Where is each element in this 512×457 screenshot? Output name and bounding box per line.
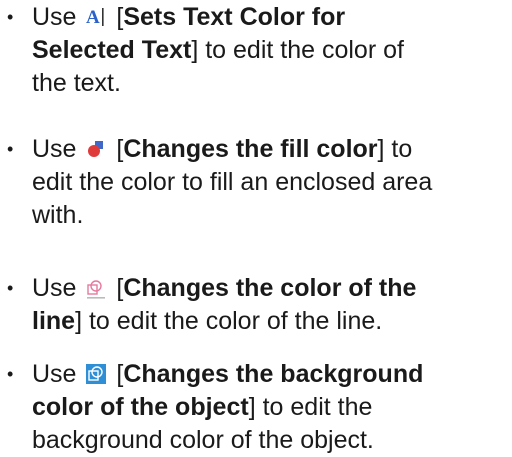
item-description-cont: edit the color to fill an enclosed area [32,168,433,196]
item-description: to [384,135,413,163]
item-description-cont: the text. [32,69,121,97]
list-item-line-color: • Use [Changes the color of the line] to… [7,272,502,338]
background-color-icon [85,363,107,385]
item-title-cont: Selected Text [32,36,192,64]
fill-color-icon [85,138,107,160]
list-item-text-color: • Use A [Sets Text Color for Selected Te… [7,1,502,100]
bullet: • [7,364,14,384]
item-title: Changes the color of the [123,274,417,302]
item-title: Sets Text Color for [123,3,346,31]
text-color-icon: A [85,6,107,28]
line-color-icon [85,277,107,299]
use-label: Use [32,135,77,163]
use-label: Use [32,274,77,302]
item-title: Changes the fill color [123,135,378,163]
bullet: • [7,278,14,298]
item-title-cont: line [32,307,76,335]
use-label: Use [32,3,77,31]
item-description: to edit the color of [198,36,404,64]
list-item-fill-color: • Use [Changes the fill color] to edit t… [7,133,502,232]
item-description-cont: with. [32,201,84,229]
use-label: Use [32,360,77,388]
bullet: • [7,139,14,159]
bracket-close: ] [248,393,256,421]
item-title: Changes the background [123,360,424,388]
bullet: • [7,7,14,27]
bracket-close: ] [75,307,83,335]
item-description: to edit the [255,393,373,421]
item-description: to edit the color of the line. [82,307,383,335]
list-item-background-color: • Use [Changes the background color of t… [7,358,502,457]
item-description-cont: background color of the object. [32,426,374,454]
item-title-cont: color of the object [32,393,249,421]
svg-text:A: A [86,7,100,28]
